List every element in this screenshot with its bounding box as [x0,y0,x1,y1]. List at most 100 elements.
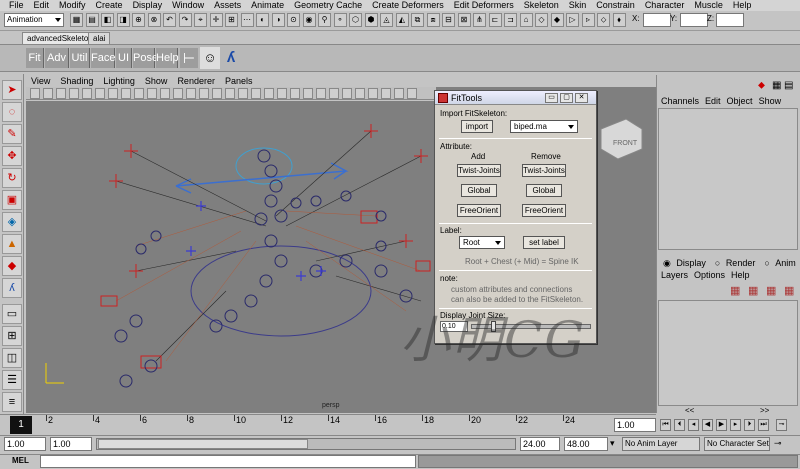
panel-toolbar-icon[interactable] [121,88,131,99]
render-layer-tab[interactable]: ○ Render [712,258,761,269]
panel-toolbar-icon[interactable] [30,88,40,99]
step-forward-key-icon[interactable]: ▸ [730,419,741,431]
panel-toolbar-icon[interactable] [212,88,222,99]
select-surfaces-icon[interactable]: ⧈ [426,13,440,27]
joint-tool-icon[interactable]: ʎ [222,47,240,69]
panel-toolbar-icon[interactable] [69,88,79,99]
minimize-button[interactable]: ▭ [545,93,558,103]
menu-geometry-cache[interactable]: Geometry Cache [289,0,367,11]
menu-window[interactable]: Window [167,0,209,11]
key-status-icon[interactable]: ◆ [550,13,564,27]
panel-toolbar-icon[interactable] [355,88,365,99]
attribute-editor-icon[interactable]: ▦ [772,80,781,91]
play-backward-icon[interactable]: ◀ [702,419,713,431]
layers-menu[interactable]: Layers [658,270,691,280]
options-menu[interactable]: Options [691,270,728,280]
menu-set-dropdown[interactable]: Animation [4,13,64,27]
panel-menu-shading[interactable]: Shading [55,76,98,86]
channels-object-menu[interactable]: Object [724,96,756,106]
layout-outliner-icon[interactable]: ☰ [2,370,22,390]
x-field[interactable] [643,13,671,27]
layer-options-icon[interactable]: ▦ [766,284,776,297]
root-control-curve[interactable] [190,245,372,337]
panel-toolbar-icon[interactable] [147,88,157,99]
snap-plane-icon[interactable]: ⋯ [240,13,254,27]
panel-toolbar-icon[interactable] [290,88,300,99]
soft-mod-icon[interactable]: ▲ [2,234,22,254]
panel-toolbar-icon[interactable] [82,88,92,99]
new-layer-selected-icon[interactable]: ▦ [748,284,758,297]
channel-box-toggle-icon[interactable]: ⬥ [758,80,765,91]
add-freeorient-button[interactable]: FreeOrient [457,204,501,217]
playback-end-field[interactable]: 24.00 [520,437,560,451]
select-dynamics-icon[interactable]: ⊠ [457,13,471,27]
layer-empty-icon[interactable]: ▦ [784,284,794,297]
shelf-util-button[interactable]: Util [70,48,90,68]
reflection-icon[interactable]: ⬧ [612,13,626,27]
panel-toolbar-icon[interactable] [381,88,391,99]
key-icon[interactable]: ⊸ [774,438,782,449]
panel-menu-show[interactable]: Show [140,76,173,86]
snap-point-icon[interactable]: ⊞ [225,13,238,27]
input-ops-icon[interactable]: ⚬ [333,13,347,27]
snap-grid-icon[interactable]: ⌖ [194,13,207,27]
go-to-start-icon[interactable]: ⏮ [660,419,671,431]
layout-two-icon[interactable]: ◫ [2,348,22,368]
face-icon[interactable]: ☺ [200,47,220,69]
menu-help[interactable]: Help [728,0,757,11]
show-hypershade-icon[interactable]: ⚲ [318,13,331,27]
perspective-viewport[interactable]: persp [26,101,436,413]
add-global-button[interactable]: Global [461,184,497,197]
panel-toolbar-icon[interactable] [199,88,209,99]
ipr-icon[interactable]: ⊙ [287,13,300,27]
layout-single-icon[interactable]: ▭ [2,304,22,324]
shelf-tool-icon[interactable]: ⊢ [180,48,198,68]
manipulator-icon[interactable]: ◈ [2,212,22,232]
history-icon[interactable]: ◐ [256,13,269,27]
make-live-icon[interactable]: ⬢ [364,13,378,27]
snap-curve-icon[interactable]: ✛ [209,13,223,27]
soft-select-icon[interactable]: ⬦ [597,13,610,27]
menu-edit-deformers[interactable]: Edit Deformers [449,0,519,11]
shelf-fit-button[interactable]: Fit [26,48,44,68]
home-icon[interactable]: ⌂ [519,13,533,27]
channels-edit-menu[interactable]: Edit [702,96,724,106]
scroll-left-icon[interactable]: << [685,406,694,415]
panel-toolbar-icon[interactable] [43,88,53,99]
panel-toolbar-icon[interactable] [251,88,261,99]
save-scene-icon[interactable]: ◧ [101,13,114,27]
panel-toolbar-icon[interactable] [407,88,417,99]
step-back-icon[interactable]: ⏴ [674,419,685,431]
redo-icon[interactable]: ↷ [178,13,192,27]
range-slider-thumb[interactable] [98,439,308,449]
y-field[interactable] [680,13,708,27]
menu-muscle[interactable]: Muscle [689,0,728,11]
construction-icon[interactable]: ⬡ [349,13,362,27]
fittools-titlebar[interactable]: FitTools ▭ ▢ ✕ [435,91,596,105]
panel-toolbar-icon[interactable] [316,88,326,99]
lock-icon[interactable]: ⊐ [504,13,517,27]
panel-menu-view[interactable]: View [26,76,55,86]
rotate-tool-icon[interactable]: ↻ [2,168,22,188]
close-button[interactable]: ✕ [575,93,588,103]
select-component-icon[interactable]: ⊗ [147,13,161,27]
layout-four-icon[interactable]: ⊞ [2,326,22,346]
select-object-icon[interactable]: ⊕ [132,13,145,27]
current-frame-marker[interactable]: 1 [10,416,32,434]
step-back-key-icon[interactable]: ◂ [688,419,699,431]
play-forward-icon[interactable]: ▶ [716,419,727,431]
shelf-ui-button[interactable]: UI [116,48,132,68]
shelf-tab-alai[interactable]: alai [88,32,111,44]
panel-toolbar-icon[interactable] [368,88,378,99]
add-twist-joints-button[interactable]: Twist-Joints [457,164,501,177]
panel-toolbar-icon[interactable] [173,88,183,99]
animation-start-field[interactable]: 1.00 [4,437,46,451]
open-scene-icon[interactable]: ▤ [85,13,99,27]
shelf-pose-button[interactable]: Pose [133,48,158,68]
shelf-tab-advancedskeleton[interactable]: advancedSkeleton [22,32,98,44]
panel-toolbar-icon[interactable] [329,88,339,99]
scroll-right-icon[interactable]: >> [760,406,769,415]
layout-graph-icon[interactable]: ≡ [2,392,22,412]
panel-toolbar-icon[interactable] [160,88,170,99]
lasso-tool-icon[interactable]: ◌ [2,102,22,122]
